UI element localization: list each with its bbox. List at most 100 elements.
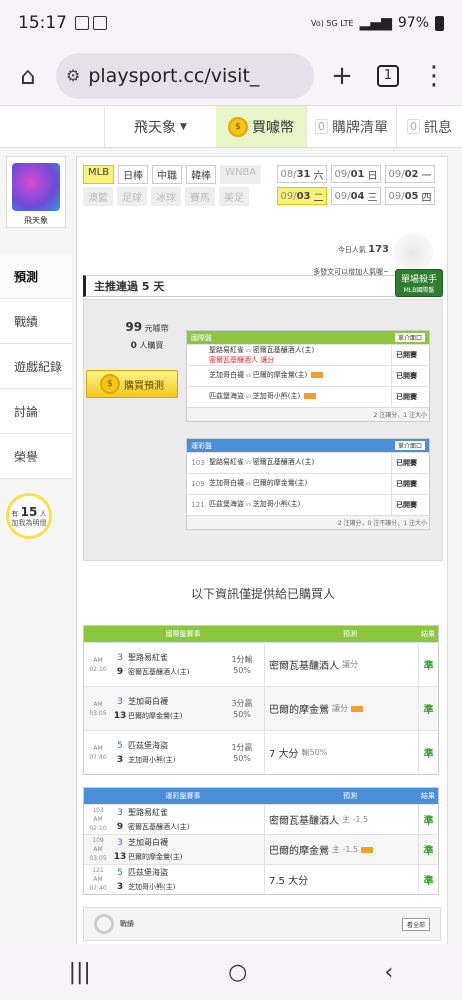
vs-icon: vs [244, 460, 253, 466]
date-tab[interactable]: 09/02 一 [385, 165, 435, 183]
lottery-header-label: 運彩盤 [191, 441, 212, 450]
date-tab[interactable]: 09/03 二 [277, 187, 327, 205]
profile-card[interactable]: 飛天象 [6, 156, 66, 228]
match-time-text: AM 07:40 [89, 744, 107, 761]
recent-apps-icon[interactable]: ||| [69, 960, 91, 985]
intl-tag[interactable]: 單介面口 [394, 333, 425, 342]
teams: 聖路易紅雀 密爾瓦基釀酒人(主) [128, 806, 220, 834]
date-selector: 08/31 六 09/01 日 09/02 一 09/03 二 09/04 三 09/05 四 [277, 165, 445, 205]
sidebar-item-predict[interactable]: 預測 [0, 254, 72, 299]
pick: 密爾瓦基釀酒人主 -1.5 [264, 805, 418, 834]
lottery-col-match: 運彩盤賽事 [165, 792, 201, 800]
status-bar: 15:17 Vo) 5G LTE ▂▄▆ 97% [0, 0, 462, 46]
view-all-button[interactable]: 看全部 [401, 917, 430, 931]
sport-tab[interactable]: 中職 [152, 165, 183, 184]
score-away: 3 [117, 652, 123, 663]
battery-icon [435, 15, 444, 31]
date-day: 05 [404, 190, 419, 202]
killer-title: 單場殺手 [400, 275, 437, 285]
message-count: 0 [407, 119, 420, 134]
date-tab[interactable]: 09/05 四 [385, 187, 435, 205]
top-nav: 飛天象 ▼ $ 買噱幣 0 購牌清單 0 訊息 [0, 106, 462, 148]
user-menu[interactable]: 飛天象 ▼ [104, 106, 216, 147]
row-result: 已開賽 [391, 345, 429, 365]
date-tab[interactable]: 08/31 六 [277, 165, 327, 183]
row-teams: 匹茲堡海盜 vs 芝加哥小熊(主) [209, 392, 391, 402]
site-settings-icon[interactable]: ⚙ [66, 66, 80, 85]
sport-tab[interactable]: WNBA [220, 165, 262, 184]
sport-tab[interactable]: MLB [83, 165, 115, 184]
sport-tab[interactable]: 日棒 [118, 165, 149, 184]
match-time: 109 AM 03:05 [84, 836, 112, 863]
date-month: 09/ [280, 190, 297, 202]
record-section: 戰績 看全部 [83, 907, 441, 941]
team-home: 芝加哥小熊(主) [128, 755, 176, 764]
intl-results-table: 國際盤賽事 預測 結果 AM 02:10 3 9 聖路易紅雀 密爾瓦基釀酒人(主) 1分輸… [83, 625, 439, 775]
teams: 匹茲堡海盜 芝加哥小熊(主) [128, 739, 220, 767]
url-text: playsport.cc/visit_ [88, 64, 260, 87]
lottery-predict-table: 運彩盤 單介面口 103 聖路易紅雀 vs 密爾瓦基釀酒人(主) 已開賽 109 芝加哥… [186, 438, 430, 530]
price-unit: 元噱幣 [144, 324, 169, 333]
battery-percent: 97% [397, 15, 429, 31]
row-result: 已開賽 [391, 495, 429, 515]
date-day: 03 [296, 190, 311, 202]
menu-dots-icon[interactable]: ⋮ [416, 58, 452, 94]
sport-tab[interactable]: 足球 [117, 187, 147, 206]
lottery-tag[interactable]: 單介面口 [394, 441, 425, 450]
score-home: 13 [113, 710, 127, 721]
sport-tab[interactable]: 韓棒 [186, 165, 217, 184]
back-icon[interactable]: ‹ [385, 960, 394, 985]
date-day: 02 [404, 168, 419, 180]
sport-tab[interactable]: 澳籃 [83, 187, 113, 206]
home-icon[interactable]: ⌂ [10, 58, 46, 94]
pick-team: 巴爾的摩金鶯 [269, 705, 329, 716]
lottery-results-header: 運彩盤賽事 預測 結果 [84, 788, 438, 804]
sport-filter: MLB 日棒 中職 韓棒 WNBA 澳籃 足球 冰球 賽馬 美足 [83, 165, 273, 206]
team-home: 巴爾的摩金鶯(主) [128, 852, 183, 861]
predict-row: 103 聖路易紅雀 vs 密爾瓦基釀酒人(主) 已開賽 [187, 452, 429, 473]
score-away: 5 [117, 867, 123, 878]
tab-switcher-button[interactable]: 1 [370, 58, 406, 94]
sidebar-item-honor[interactable]: 榮譽 [0, 434, 72, 479]
buy-coins-button[interactable]: $ 買噱幣 [216, 106, 306, 147]
home-button-icon[interactable]: ○ [228, 960, 247, 985]
vs-icon: vs [244, 502, 253, 508]
pick-type: 主 -1.5 [332, 845, 359, 854]
sport-tab[interactable]: 賽馬 [185, 187, 215, 206]
scores: 53 [112, 866, 128, 894]
score-away: 3 [117, 807, 123, 818]
date-tab[interactable]: 09/01 日 [331, 165, 381, 183]
follow-bulb-button[interactable]: 有 15 人 加我為明燈 [6, 493, 52, 539]
cart-link[interactable]: 0 購牌清單 [306, 106, 396, 147]
team-away: 匹茲堡海盜 [209, 500, 244, 508]
sidebar-item-discuss[interactable]: 討論 [0, 389, 72, 434]
match-time: AM 02:10 [84, 656, 112, 674]
date-tab[interactable]: 09/04 三 [331, 187, 381, 205]
match-time: 103 AM 02:10 [84, 806, 112, 833]
tag-icon [304, 393, 317, 399]
sport-tab[interactable]: 美足 [219, 187, 249, 206]
date-weekday: 二 [313, 192, 324, 204]
teams: 芝加哥白襪 巴爾的摩金鶯(主) [128, 836, 220, 864]
sport-tab[interactable]: 冰球 [151, 187, 181, 206]
row-number: 121 [191, 501, 205, 509]
pick-type: 輸50% [301, 748, 328, 757]
coin-icon: $ [100, 374, 120, 394]
sidebar-item-record[interactable]: 戰績 [0, 299, 72, 344]
pick-type: 主 -1.5 [342, 815, 369, 824]
buy-prediction-button[interactable]: $ 購買預測 [86, 370, 178, 398]
team-away: 匹茲堡海盜 [128, 867, 168, 877]
match-no: 121 [92, 867, 104, 874]
scores: 3 13 [112, 836, 128, 864]
pick: 7.5 大分 [264, 865, 418, 894]
url-field[interactable]: ⚙ playsport.cc/visit_ [56, 52, 314, 99]
handicap-line: 1分贏 [231, 742, 253, 752]
avatar [12, 163, 60, 211]
sidebar-item-game-log[interactable]: 遊戲紀錄 [0, 344, 72, 389]
scores: 39 [112, 806, 128, 834]
row-team-line: 聖路易紅雀 vs 密爾瓦基釀酒人(主) [209, 346, 391, 356]
team-home: 密爾瓦基釀酒人(主) [128, 667, 190, 676]
messages-link[interactable]: 0 訊息 [396, 106, 462, 147]
new-tab-button[interactable]: + [324, 58, 360, 94]
killer-badge: 單場殺手 MLB國際盤 [394, 269, 443, 297]
